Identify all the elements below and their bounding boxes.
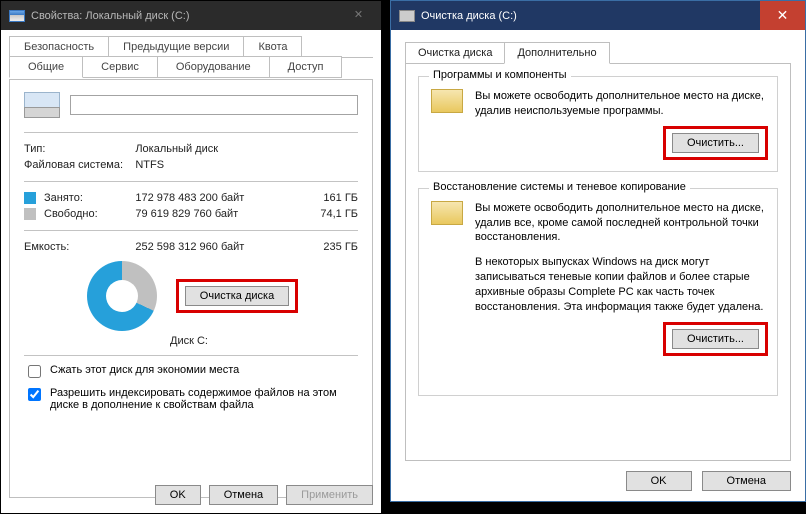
group-restore-text-2: В некоторых выпусках Windows на диск мог… xyxy=(475,255,765,314)
tab-general[interactable]: Общие xyxy=(9,56,83,78)
drive-name-input[interactable] xyxy=(70,95,358,115)
label-used: Занято: xyxy=(44,192,83,204)
group-restore-text-1: Вы можете освободить дополнительное мест… xyxy=(475,201,765,246)
disk-caption: Диск C: xyxy=(170,335,208,347)
highlight-clean-restore: Очистить... xyxy=(666,325,765,353)
tab-panel-more: Программы и компоненты Вы можете освобод… xyxy=(405,63,791,461)
value-capacity-bytes: 252 598 312 960 байт xyxy=(135,239,297,255)
disk-cleanup-window: Очистка диска (C:) ✕ Очистка диска Допол… xyxy=(390,0,806,502)
footer-buttons: OK Отмена xyxy=(626,471,791,491)
free-color-swatch xyxy=(24,208,36,220)
ok-button[interactable]: OK xyxy=(155,485,201,505)
group-programs-text: Вы можете освободить дополнительное мест… xyxy=(475,89,765,119)
highlight-cleanup: Очистка диска xyxy=(179,282,295,310)
tab-row-1: Безопасность Предыдущие версии Квота xyxy=(9,36,373,58)
programs-icon xyxy=(431,89,463,113)
drive-icon xyxy=(9,10,25,22)
checkbox-index[interactable] xyxy=(28,388,41,401)
value-type: Локальный диск xyxy=(135,141,297,157)
apply-button: Применить xyxy=(286,485,373,505)
used-color-swatch xyxy=(24,192,36,204)
close-icon[interactable]: ✕ xyxy=(336,1,381,30)
checkbox-index-label: Разрешить индексировать содержимое файло… xyxy=(50,387,358,411)
tab-previous-versions[interactable]: Предыдущие версии xyxy=(108,36,244,57)
checkbox-index-row[interactable]: Разрешить индексировать содержимое файло… xyxy=(24,387,358,411)
group-programs-legend: Программы и компоненты xyxy=(429,69,571,81)
tab-quota[interactable]: Квота xyxy=(243,36,302,57)
drive-icon xyxy=(24,92,58,118)
value-free-bytes: 79 619 829 760 байт xyxy=(135,206,297,222)
tab-panel-general: Тип: Локальный диск Файловая система: NT… xyxy=(9,80,373,498)
group-restore: Восстановление системы и теневое копиров… xyxy=(418,188,778,396)
checkbox-compress-label: Сжать этот диск для экономии места xyxy=(50,364,239,376)
value-used-bytes: 172 978 483 200 байт xyxy=(135,190,297,206)
tabs: Очистка диска Дополнительно Программы и … xyxy=(405,42,791,461)
clean-restore-button[interactable]: Очистить... xyxy=(672,329,759,349)
tab-row-2: Общие Сервис Оборудование Доступ xyxy=(9,57,373,80)
ok-button[interactable]: OK xyxy=(626,471,692,491)
titlebar[interactable]: Свойства: Локальный диск (C:) ✕ xyxy=(1,1,381,30)
tab-sharing[interactable]: Доступ xyxy=(269,56,343,78)
label-fs: Файловая система: xyxy=(24,157,135,173)
clean-programs-button[interactable]: Очистить... xyxy=(672,133,759,153)
disk-cleanup-button[interactable]: Очистка диска xyxy=(185,286,289,306)
cancel-button[interactable]: Отмена xyxy=(702,471,791,491)
tab-service[interactable]: Сервис xyxy=(82,56,158,78)
value-free-gb: 74,1 ГБ xyxy=(297,206,358,222)
window-title: Очистка диска (C:) xyxy=(421,10,517,22)
value-capacity-gb: 235 ГБ xyxy=(297,239,358,255)
label-capacity: Емкость: xyxy=(24,239,135,255)
footer-buttons: OK Отмена Применить xyxy=(9,485,373,505)
cancel-button[interactable]: Отмена xyxy=(209,485,278,505)
tab-security[interactable]: Безопасность xyxy=(9,36,109,57)
titlebar[interactable]: Очистка диска (C:) ✕ xyxy=(391,1,805,30)
window-title: Свойства: Локальный диск (C:) xyxy=(31,10,190,22)
label-type: Тип: xyxy=(24,141,135,157)
info-table: Тип: Локальный диск Файловая система: NT… xyxy=(24,141,358,173)
tab-disk-cleanup[interactable]: Очистка диска xyxy=(405,42,505,64)
value-used-gb: 161 ГБ xyxy=(297,190,358,206)
restore-icon xyxy=(431,201,463,225)
tab-more-options[interactable]: Дополнительно xyxy=(504,42,609,64)
highlight-clean-programs: Очистить... xyxy=(666,129,765,157)
checkbox-compress[interactable] xyxy=(28,365,41,378)
value-fs: NTFS xyxy=(135,157,297,173)
close-icon[interactable]: ✕ xyxy=(760,1,805,30)
tab-hardware[interactable]: Оборудование xyxy=(157,56,270,78)
drive-icon xyxy=(399,10,415,22)
label-free: Свободно: xyxy=(44,208,98,220)
usage-donut-chart xyxy=(87,261,157,331)
properties-window: Свойства: Локальный диск (C:) ✕ Безопасн… xyxy=(0,0,382,514)
group-programs: Программы и компоненты Вы можете освобод… xyxy=(418,76,778,172)
group-restore-legend: Восстановление системы и теневое копиров… xyxy=(429,181,690,193)
checkbox-compress-row[interactable]: Сжать этот диск для экономии места xyxy=(24,364,358,381)
